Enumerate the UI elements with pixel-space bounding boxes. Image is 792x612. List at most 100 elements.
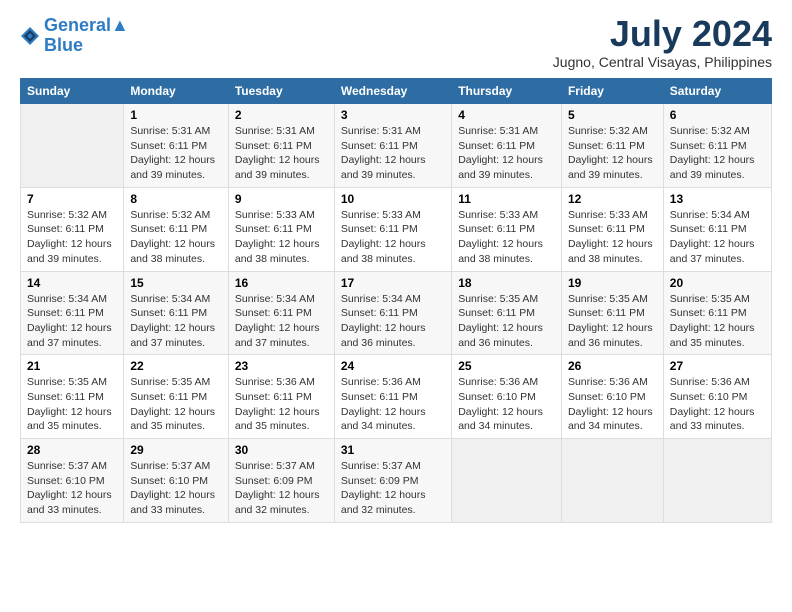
day-cell: 21 Sunrise: 5:35 AMSunset: 6:11 PMDayligh… — [21, 355, 124, 439]
day-info: Sunrise: 5:34 AMSunset: 6:11 PMDaylight:… — [130, 292, 222, 351]
day-info: Sunrise: 5:32 AMSunset: 6:11 PMDaylight:… — [27, 208, 117, 267]
day-info: Sunrise: 5:34 AMSunset: 6:11 PMDaylight:… — [27, 292, 117, 351]
day-cell: 19Sunrise: 5:35 AMSunset: 6:11 PMDayligh… — [561, 271, 663, 355]
day-info: Sunrise: 5:31 AMSunset: 6:11 PMDaylight:… — [235, 124, 328, 183]
day-info: Sunrise: 5:33 AMSunset: 6:11 PMDaylight:… — [568, 208, 657, 267]
day-info: Sunrise: 5:37 AMSunset: 6:10 PMDaylight:… — [130, 459, 222, 518]
weekday-header-friday: Friday — [561, 79, 663, 104]
day-info: Sunrise: 5:36 AMSunset: 6:11 PMDaylight:… — [341, 375, 445, 434]
day-number: 24 — [341, 359, 445, 373]
day-info: Sunrise: 5:35 AMSunset: 6:11 PMDaylight:… — [670, 292, 765, 351]
day-number: 2 — [235, 108, 328, 122]
day-info: Sunrise: 5:37 AMSunset: 6:09 PMDaylight:… — [341, 459, 445, 518]
logo: General▲ Blue — [20, 16, 129, 56]
day-cell: 6 Sunrise: 5:32 AMSunset: 6:11 PMDaylight… — [663, 104, 771, 188]
weekday-header-saturday: Saturday — [663, 79, 771, 104]
weekday-header-tuesday: Tuesday — [228, 79, 334, 104]
day-cell — [21, 104, 124, 188]
day-cell: 17 Sunrise: 5:34 AMSunset: 6:11 PMDayligh… — [334, 271, 451, 355]
day-cell: 25 Sunrise: 5:36 AMSunset: 6:10 PMDayligh… — [452, 355, 562, 439]
day-number: 9 — [235, 192, 328, 206]
day-cell: 9 Sunrise: 5:33 AMSunset: 6:11 PMDaylight… — [228, 187, 334, 271]
logo-line2: Blue — [44, 36, 129, 56]
calendar-table: SundayMondayTuesdayWednesdayThursdayFrid… — [20, 78, 772, 523]
day-number: 22 — [130, 359, 222, 373]
day-info: Sunrise: 5:31 AMSunset: 6:11 PMDaylight:… — [341, 124, 445, 183]
day-cell: 26 Sunrise: 5:36 AMSunset: 6:10 PMDayligh… — [561, 355, 663, 439]
day-cell: 5Sunrise: 5:32 AMSunset: 6:11 PMDaylight… — [561, 104, 663, 188]
day-cell: 28Sunrise: 5:37 AMSunset: 6:10 PMDayligh… — [21, 439, 124, 523]
day-cell: 16Sunrise: 5:34 AMSunset: 6:11 PMDayligh… — [228, 271, 334, 355]
day-number: 7 — [27, 192, 117, 206]
day-info: Sunrise: 5:33 AMSunset: 6:11 PMDaylight:… — [341, 208, 445, 267]
day-number: 29 — [130, 443, 222, 457]
day-cell — [561, 439, 663, 523]
day-info: Sunrise: 5:34 AMSunset: 6:11 PMDaylight:… — [341, 292, 445, 351]
day-cell: 7 Sunrise: 5:32 AMSunset: 6:11 PMDaylight… — [21, 187, 124, 271]
day-cell: 22Sunrise: 5:35 AMSunset: 6:11 PMDayligh… — [124, 355, 229, 439]
day-info: Sunrise: 5:33 AMSunset: 6:11 PMDaylight:… — [458, 208, 555, 267]
day-number: 6 — [670, 108, 765, 122]
day-cell: 30 Sunrise: 5:37 AMSunset: 6:09 PMDayligh… — [228, 439, 334, 523]
day-info: Sunrise: 5:36 AMSunset: 6:11 PMDaylight:… — [235, 375, 328, 434]
day-cell: 23 Sunrise: 5:36 AMSunset: 6:11 PMDayligh… — [228, 355, 334, 439]
day-info: Sunrise: 5:35 AMSunset: 6:11 PMDaylight:… — [568, 292, 657, 351]
day-number: 4 — [458, 108, 555, 122]
day-cell: 20 Sunrise: 5:35 AMSunset: 6:11 PMDayligh… — [663, 271, 771, 355]
day-number: 23 — [235, 359, 328, 373]
day-info: Sunrise: 5:35 AMSunset: 6:11 PMDaylight:… — [27, 375, 117, 434]
day-cell — [452, 439, 562, 523]
day-number: 18 — [458, 276, 555, 290]
week-row-3: 14 Sunrise: 5:34 AMSunset: 6:11 PMDayligh… — [21, 271, 772, 355]
day-cell: 29 Sunrise: 5:37 AMSunset: 6:10 PMDayligh… — [124, 439, 229, 523]
day-cell: 1Sunrise: 5:31 AMSunset: 6:11 PMDaylight… — [124, 104, 229, 188]
day-number: 26 — [568, 359, 657, 373]
day-cell: 27Sunrise: 5:36 AMSunset: 6:10 PMDayligh… — [663, 355, 771, 439]
day-cell: 3 Sunrise: 5:31 AMSunset: 6:11 PMDaylight… — [334, 104, 451, 188]
day-info: Sunrise: 5:32 AMSunset: 6:11 PMDaylight:… — [130, 208, 222, 267]
day-info: Sunrise: 5:31 AMSunset: 6:11 PMDaylight:… — [130, 124, 222, 183]
day-cell: 8 Sunrise: 5:32 AMSunset: 6:11 PMDaylight… — [124, 187, 229, 271]
day-number: 21 — [27, 359, 117, 373]
title-block: July 2024 Jugno, Central Visayas, Philip… — [553, 16, 772, 70]
day-number: 28 — [27, 443, 117, 457]
weekday-header-sunday: Sunday — [21, 79, 124, 104]
day-cell: 2 Sunrise: 5:31 AMSunset: 6:11 PMDaylight… — [228, 104, 334, 188]
day-number: 25 — [458, 359, 555, 373]
day-info: Sunrise: 5:34 AMSunset: 6:11 PMDaylight:… — [670, 208, 765, 267]
day-cell: 13 Sunrise: 5:34 AMSunset: 6:11 PMDayligh… — [663, 187, 771, 271]
day-info: Sunrise: 5:33 AMSunset: 6:11 PMDaylight:… — [235, 208, 328, 267]
weekday-header-wednesday: Wednesday — [334, 79, 451, 104]
day-cell: 11 Sunrise: 5:33 AMSunset: 6:11 PMDayligh… — [452, 187, 562, 271]
location: Jugno, Central Visayas, Philippines — [553, 54, 772, 70]
day-number: 14 — [27, 276, 117, 290]
day-info: Sunrise: 5:32 AMSunset: 6:11 PMDaylight:… — [670, 124, 765, 183]
day-cell: 15 Sunrise: 5:34 AMSunset: 6:11 PMDayligh… — [124, 271, 229, 355]
day-info: Sunrise: 5:36 AMSunset: 6:10 PMDaylight:… — [568, 375, 657, 434]
day-info: Sunrise: 5:36 AMSunset: 6:10 PMDaylight:… — [458, 375, 555, 434]
weekday-header-monday: Monday — [124, 79, 229, 104]
day-number: 13 — [670, 192, 765, 206]
header: General▲ Blue July 2024 Jugno, Central V… — [20, 16, 772, 70]
day-number: 11 — [458, 192, 555, 206]
day-number: 8 — [130, 192, 222, 206]
day-number: 20 — [670, 276, 765, 290]
day-info: Sunrise: 5:31 AMSunset: 6:11 PMDaylight:… — [458, 124, 555, 183]
day-number: 30 — [235, 443, 328, 457]
day-cell: 24 Sunrise: 5:36 AMSunset: 6:11 PMDayligh… — [334, 355, 451, 439]
day-cell: 10 Sunrise: 5:33 AMSunset: 6:11 PMDayligh… — [334, 187, 451, 271]
day-cell: 12Sunrise: 5:33 AMSunset: 6:11 PMDayligh… — [561, 187, 663, 271]
weekday-header-thursday: Thursday — [452, 79, 562, 104]
day-number: 17 — [341, 276, 445, 290]
day-number: 31 — [341, 443, 445, 457]
day-number: 10 — [341, 192, 445, 206]
logo-line1: General — [44, 15, 111, 35]
day-number: 15 — [130, 276, 222, 290]
day-info: Sunrise: 5:37 AMSunset: 6:09 PMDaylight:… — [235, 459, 328, 518]
day-info: Sunrise: 5:32 AMSunset: 6:11 PMDaylight:… — [568, 124, 657, 183]
day-number: 3 — [341, 108, 445, 122]
week-row-5: 28 Sunrise: 5:37 AMSunset: 6:10 PMDayligh… — [21, 439, 772, 523]
day-number: 27 — [670, 359, 765, 373]
day-cell: 18Sunrise: 5:35 AMSunset: 6:11 PMDayligh… — [452, 271, 562, 355]
logo-text: General▲ Blue — [44, 16, 129, 56]
